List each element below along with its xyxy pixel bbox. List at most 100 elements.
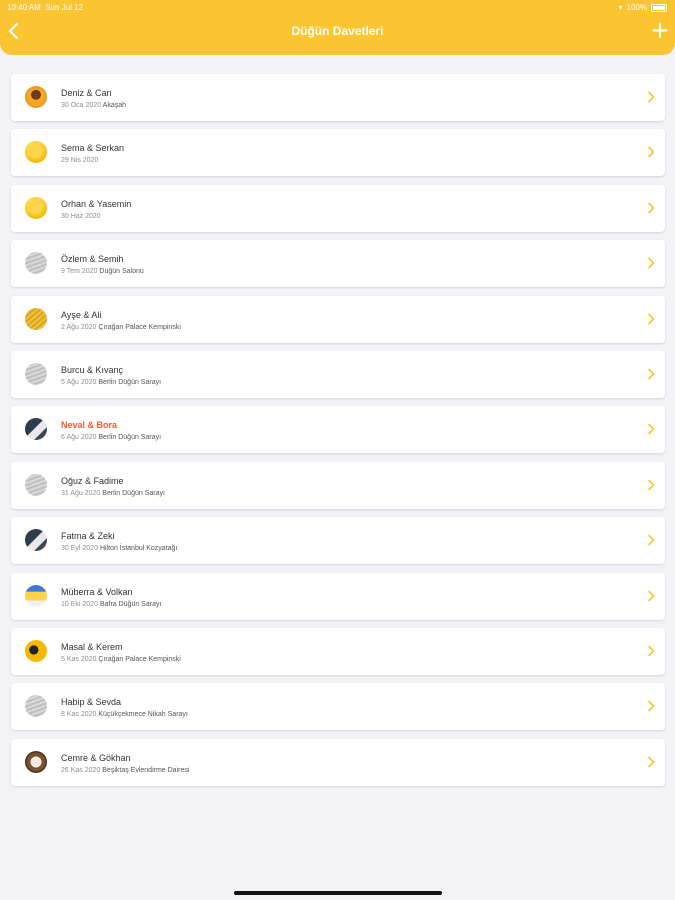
invitation-date: 29 Nis 2020 [61, 157, 99, 165]
dark-photo-avatar [25, 529, 47, 552]
chevron-right-icon [648, 368, 655, 380]
invitation-row[interactable]: Deniz & Can 30 Oca 2020 Akaşah [11, 74, 665, 121]
invitation-name: Habip & Sevda [61, 697, 122, 708]
invitation-details: 30 Eyl 2020 Hilton İstanbul Kozyatağı [61, 545, 177, 552]
invitation-details: 9 Tem 2020 Düğün Salonu [61, 268, 144, 275]
invitation-details: 2 Ağu 2020 Çırağan Palace Kempinski [61, 324, 181, 331]
invitation-details: 5 Kas 2020 Çırağan Palace Kempinski [61, 656, 181, 663]
battery-percent: 100% [626, 3, 647, 12]
invitation-venue: Bafra Düğün Sarayı [99, 600, 162, 608]
invitation-name: Oğuz & Fadime [61, 475, 124, 486]
invitation-date: 2 Ağu 2020 [61, 323, 97, 331]
brown-photo-avatar [25, 750, 47, 773]
invitation-venue: Berlin Düğün Sarayı [98, 378, 162, 386]
silver-pattern-avatar [25, 473, 47, 496]
person-avatar [25, 86, 47, 108]
invitation-row[interactable]: Ayşe & Ali 2 Ağu 2020 Çırağan Palace Kemp… [11, 295, 665, 343]
invitation-name: Burcu & Kıvanç [61, 364, 124, 375]
invitation-date: 30 Oca 2020 [61, 102, 102, 109]
invitation-venue: Berlin Düğün Sarayı [102, 489, 165, 497]
chevron-right-icon [648, 534, 655, 546]
invitation-details: 6 Ağu 2020 Berlin Düğün Sarayı [61, 434, 161, 441]
status-time-text: 10:40 AM [7, 3, 41, 12]
nav-bar: 10:40 AM Sun Jul 12 ▾ 100% Düğün Davetle… [0, 0, 675, 55]
dark-photo-avatar [25, 418, 47, 441]
status-time: 10:40 AM Sun Jul 12 [7, 3, 83, 12]
status-date-text: Sun Jul 12 [45, 3, 84, 12]
invitation-name: Masal & Kerem [61, 641, 123, 652]
invitation-date: 6 Ağu 2020 [61, 434, 97, 442]
invitation-name: Sema & Serkan [61, 143, 125, 154]
invitation-name: Fatma & Zeki [61, 531, 115, 542]
invitation-name: Müberra & Volkan [61, 586, 133, 597]
silver-pattern-avatar [25, 695, 47, 718]
invitation-row[interactable]: Neval & Bora 6 Ağu 2020 Berlin Düğün Sara… [11, 406, 665, 454]
silver-pattern-avatar [25, 362, 47, 385]
invitation-venue: Çırağan Palace Kempinski [98, 655, 181, 663]
card-avatar [25, 584, 47, 607]
invitation-date: 26 Kas 2020 [61, 766, 101, 774]
invitation-row[interactable]: Fatma & Zeki 30 Eyl 2020 Hilton İstanbul … [11, 517, 665, 565]
invitation-date: 5 Ağu 2020 [61, 378, 97, 386]
invitation-date: 31 Ağu 2020 [61, 489, 101, 497]
invitation-venue: Düğün Salonu [99, 268, 144, 276]
chevron-right-icon [648, 479, 655, 491]
wifi-icon: ▾ [618, 2, 623, 12]
page-title: Düğün Davetleri [291, 24, 384, 38]
invitation-date: 30 Eyl 2020 [61, 545, 98, 553]
status-bar: 10:40 AM Sun Jul 12 ▾ 100% [0, 0, 675, 16]
chevron-right-icon [648, 756, 655, 767]
invitation-details: 31 Ağu 2020 Berlin Düğün Sarayı [61, 490, 165, 497]
plus-icon [652, 23, 668, 38]
invitation-details: 8 Kas 2020 Küçükçekmece Nikah Sarayı [61, 711, 188, 718]
invitation-row[interactable]: Habip & Sevda 8 Kas 2020 Küçükçekmece Nik… [11, 683, 665, 731]
invitation-date: 30 Haz 2020 [61, 212, 101, 220]
invitation-venue: Beşiktaş Evlendirme Dairesi [102, 766, 190, 774]
invitation-details: 29 Nis 2020 [61, 157, 98, 164]
invitation-name: Deniz & Can [61, 88, 112, 98]
battery-icon [651, 3, 667, 12]
chevron-right-icon [648, 645, 655, 657]
invitation-name: Özlem & Semih [61, 254, 124, 265]
invitation-date: 10 Eki 2020 [61, 600, 98, 608]
invitation-name: Neval & Bora [61, 420, 118, 431]
invitation-row[interactable]: Masal & Kerem 5 Kas 2020 Çırağan Palace K… [11, 627, 665, 675]
chevron-right-icon [648, 590, 655, 601]
silver-pattern-avatar [25, 252, 47, 275]
invitation-venue: Küçükçekmece Nikah Sarayı [98, 711, 188, 719]
yellow-photo-avatar [25, 639, 47, 662]
chevron-right-icon [648, 202, 655, 214]
chevron-right-icon [648, 313, 655, 324]
chevron-right-icon [648, 257, 655, 269]
invitation-venue: Berlin Düğün Sarayı [98, 434, 162, 442]
chevron-right-icon [648, 91, 655, 103]
gold-coin-avatar [25, 141, 47, 164]
invitation-details: 10 Eki 2020 Bafra Düğün Sarayı [61, 601, 161, 608]
invitation-details: 26 Kas 2020 Beşiktaş Evlendirme Dairesi [61, 767, 189, 774]
invitation-row[interactable]: Müberra & Volkan 10 Eki 2020 Bafra Düğün … [11, 572, 665, 620]
invitation-name: Cemre & Gökhan [61, 752, 131, 763]
invitation-name: Orhan & Yasemin [61, 198, 132, 209]
chevron-right-icon [648, 147, 655, 158]
invitation-row[interactable]: Burcu & Kıvanç 5 Ağu 2020 Berlin Düğün Sa… [11, 350, 665, 398]
invitation-name: Ayşe & Ali [61, 309, 102, 320]
invitation-row[interactable]: Orhan & Yasemin 30 Haz 2020 [11, 184, 665, 232]
invitation-row[interactable]: Cemre & Gökhan 26 Kas 2020 Beşiktaş Evlen… [11, 738, 665, 786]
invitation-details: 30 Haz 2020 [61, 213, 101, 220]
home-indicator[interactable] [234, 891, 442, 895]
gold-pattern-avatar [25, 307, 47, 330]
invitation-venue: Hilton İstanbul Kozyatağı [99, 545, 178, 553]
invitation-date: 5 Kas 2020 [61, 655, 97, 663]
invitation-venue: Akaşah [102, 102, 127, 109]
invitation-date: 9 Tem 2020 [61, 268, 98, 276]
chevron-right-icon [648, 700, 655, 712]
invitation-date: 8 Kas 2020 [61, 711, 97, 719]
invitation-row[interactable]: Özlem & Semih 9 Tem 2020 Düğün Salonu [11, 240, 665, 288]
invitation-row[interactable]: Sema & Serkan 29 Nis 2020 [11, 129, 665, 177]
invitation-row[interactable]: Oğuz & Fadime 31 Ağu 2020 Berlin Düğün Sa… [11, 461, 665, 509]
invitation-venue: Çırağan Palace Kempinski [98, 323, 181, 331]
add-invitation-button[interactable] [651, 20, 669, 40]
invitation-details: 30 Oca 2020 Akaşah [61, 102, 126, 109]
chevron-right-icon [648, 424, 655, 435]
invitation-details: 5 Ağu 2020 Berlin Düğün Sarayı [61, 379, 161, 386]
